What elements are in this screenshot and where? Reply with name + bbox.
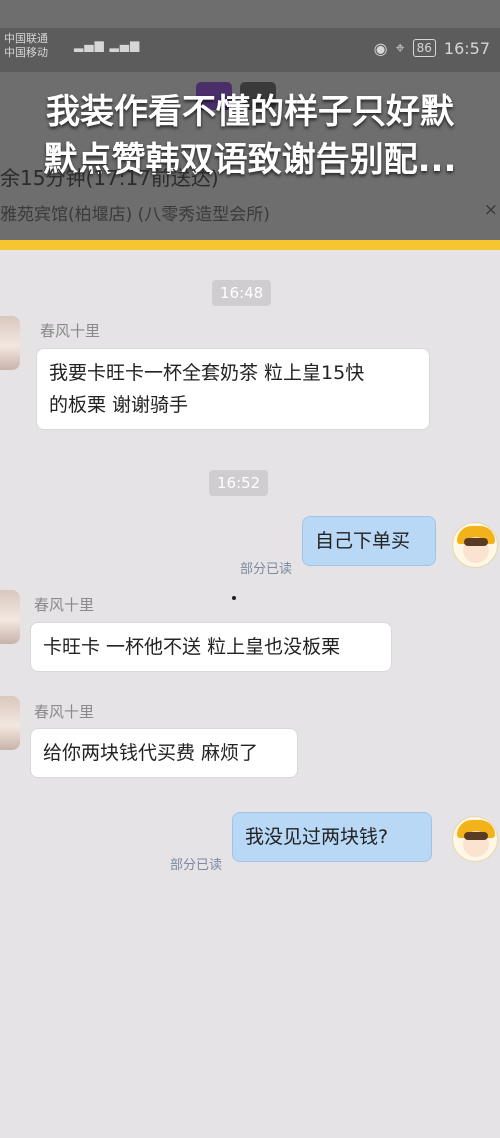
peer-avatar[interactable]: [0, 316, 20, 370]
status-right: ◉ ⌖ 86 16:57: [374, 38, 490, 58]
message-bubble-in[interactable]: 我要卡旺卡一杯全套奶茶 粒上皇15快 的板栗 谢谢骑手: [36, 348, 430, 430]
location-icon: ⌖: [395, 38, 405, 57]
header-overlay: 中国联通 中国移动 ▂▄▆ ▂▄▆ ◉ ⌖ 86 16:57 我装作看不懂的样子…: [0, 0, 500, 240]
close-icon[interactable]: ×: [484, 200, 498, 220]
stray-dot: [232, 596, 236, 600]
sender-name: 春风十里: [40, 322, 101, 340]
message-bubble-in[interactable]: 给你两块钱代买费 麻烦了: [30, 728, 298, 778]
message-text: 自己下单买: [315, 530, 411, 552]
carrier-labels: 中国联通 中国移动: [4, 32, 48, 60]
timestamp: 16:52: [209, 470, 269, 496]
message-text: 我要卡旺卡一杯全套奶茶 粒上皇15快: [49, 362, 365, 384]
message-bubble-in[interactable]: 卡旺卡 一杯他不送 粒上皇也没板栗: [30, 622, 392, 672]
battery-indicator: 86: [412, 39, 436, 57]
read-status: 部分已读: [170, 858, 223, 873]
my-avatar[interactable]: [452, 816, 498, 862]
accent-bar: [0, 240, 500, 250]
message-text: 我没见过两块钱?: [245, 826, 389, 848]
carrier-1: 中国联通: [4, 32, 48, 45]
status-bar: 中国联通 中国移动 ▂▄▆ ▂▄▆ ◉ ⌖ 86 16:57: [0, 28, 500, 72]
shop-address: 雅苑宾馆(柏堰店) (八零秀造型会所): [0, 205, 270, 225]
read-status: 部分已读: [240, 562, 293, 577]
eye-icon: ◉: [373, 38, 388, 58]
message-text: 的板栗 谢谢骑手: [49, 394, 189, 416]
carrier-2: 中国移动: [4, 46, 48, 59]
my-avatar[interactable]: [452, 522, 498, 568]
message-bubble-out[interactable]: 自己下单买: [302, 516, 436, 566]
signal-icon: ▂▄▆ ▂▄▆: [74, 38, 141, 52]
peer-avatar[interactable]: [0, 590, 20, 644]
order-eta: 余15分钟(17:17前送达): [0, 166, 219, 190]
timestamp: 16:48: [212, 280, 272, 306]
caption-line-1: 我装作看不懂的样子只好默: [46, 92, 454, 132]
chat-area[interactable]: 16:48 春风十里 我要卡旺卡一杯全套奶茶 粒上皇15快 的板栗 谢谢骑手 1…: [0, 250, 500, 1138]
message-text: 给你两块钱代买费 麻烦了: [43, 742, 259, 764]
peer-avatar[interactable]: [0, 696, 20, 750]
message-bubble-out[interactable]: 我没见过两块钱?: [232, 812, 432, 862]
message-text: 卡旺卡 一杯他不送 粒上皇也没板栗: [43, 636, 341, 658]
status-time: 16:57: [443, 38, 490, 58]
sender-name: 春风十里: [34, 596, 95, 614]
sender-name: 春风十里: [34, 703, 95, 721]
